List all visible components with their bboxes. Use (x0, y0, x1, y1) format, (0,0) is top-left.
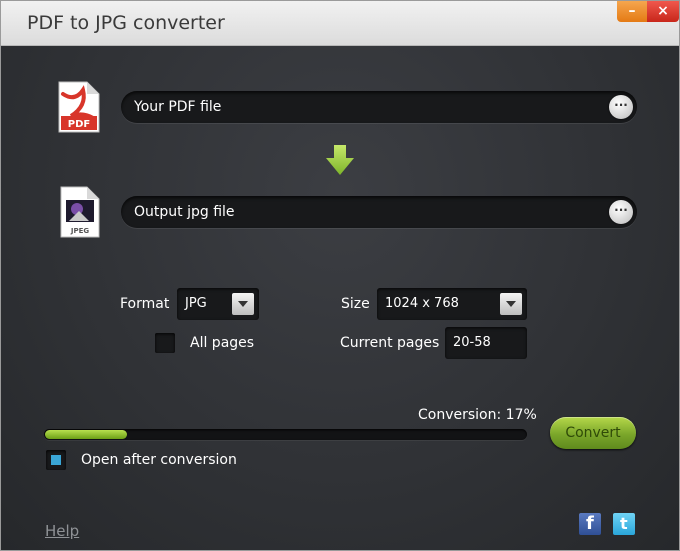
facebook-icon[interactable]: f (579, 513, 601, 535)
pdf-file-input[interactable]: Your PDF file ··· (121, 91, 637, 123)
checkbox-checked-mark (51, 455, 61, 465)
size-dropdown-button[interactable] (500, 293, 522, 315)
browse-output-button[interactable]: ··· (609, 200, 633, 224)
format-label: Format (120, 296, 170, 312)
chevron-down-icon (506, 301, 516, 307)
browse-pdf-button[interactable]: ··· (609, 95, 633, 119)
facebook-glyph: f (586, 513, 594, 534)
open-after-label: Open after conversion (81, 452, 237, 468)
convert-button[interactable]: Convert (550, 417, 636, 449)
format-value: JPG (185, 296, 207, 311)
jpg-icon-text: JPEG (70, 227, 90, 235)
all-pages-checkbox[interactable] (155, 333, 175, 353)
format-select[interactable]: JPG (177, 288, 259, 320)
twitter-icon[interactable]: t (613, 513, 635, 535)
progress-bar (44, 429, 527, 440)
close-button[interactable]: × (647, 1, 679, 22)
size-select[interactable]: 1024 x 768 (377, 288, 527, 320)
chevron-down-icon (238, 301, 248, 307)
current-pages-label: Current pages (340, 335, 440, 351)
pdf-file-label: Your PDF file (134, 99, 222, 115)
app-window: PDF to JPG converter – × PDF Your PDF fi… (0, 0, 680, 551)
format-dropdown-button[interactable] (232, 293, 254, 315)
current-pages-value: 20-58 (453, 335, 491, 350)
size-label: Size (341, 296, 370, 312)
open-after-checkbox[interactable] (46, 450, 66, 470)
jpg-file-icon: JPEG (60, 186, 100, 238)
help-link[interactable]: Help (45, 522, 79, 540)
title-bar[interactable]: PDF to JPG converter – × (1, 1, 679, 46)
pdf-icon-text: PDF (68, 119, 90, 130)
minimize-button[interactable]: – (617, 1, 647, 22)
progress-fill (45, 430, 127, 439)
twitter-glyph: t (620, 514, 628, 533)
window-title: PDF to JPG converter (27, 12, 225, 34)
all-pages-label: All pages (190, 335, 255, 351)
jpg-output-label: Output jpg file (134, 204, 235, 220)
current-pages-input[interactable]: 20-58 (445, 327, 527, 359)
pdf-file-icon: PDF (58, 81, 100, 133)
conversion-status: Conversion: 17% (418, 407, 537, 423)
size-value: 1024 x 768 (385, 296, 459, 311)
arrow-down-icon (326, 145, 354, 175)
jpg-output-input[interactable]: Output jpg file ··· (121, 196, 637, 228)
